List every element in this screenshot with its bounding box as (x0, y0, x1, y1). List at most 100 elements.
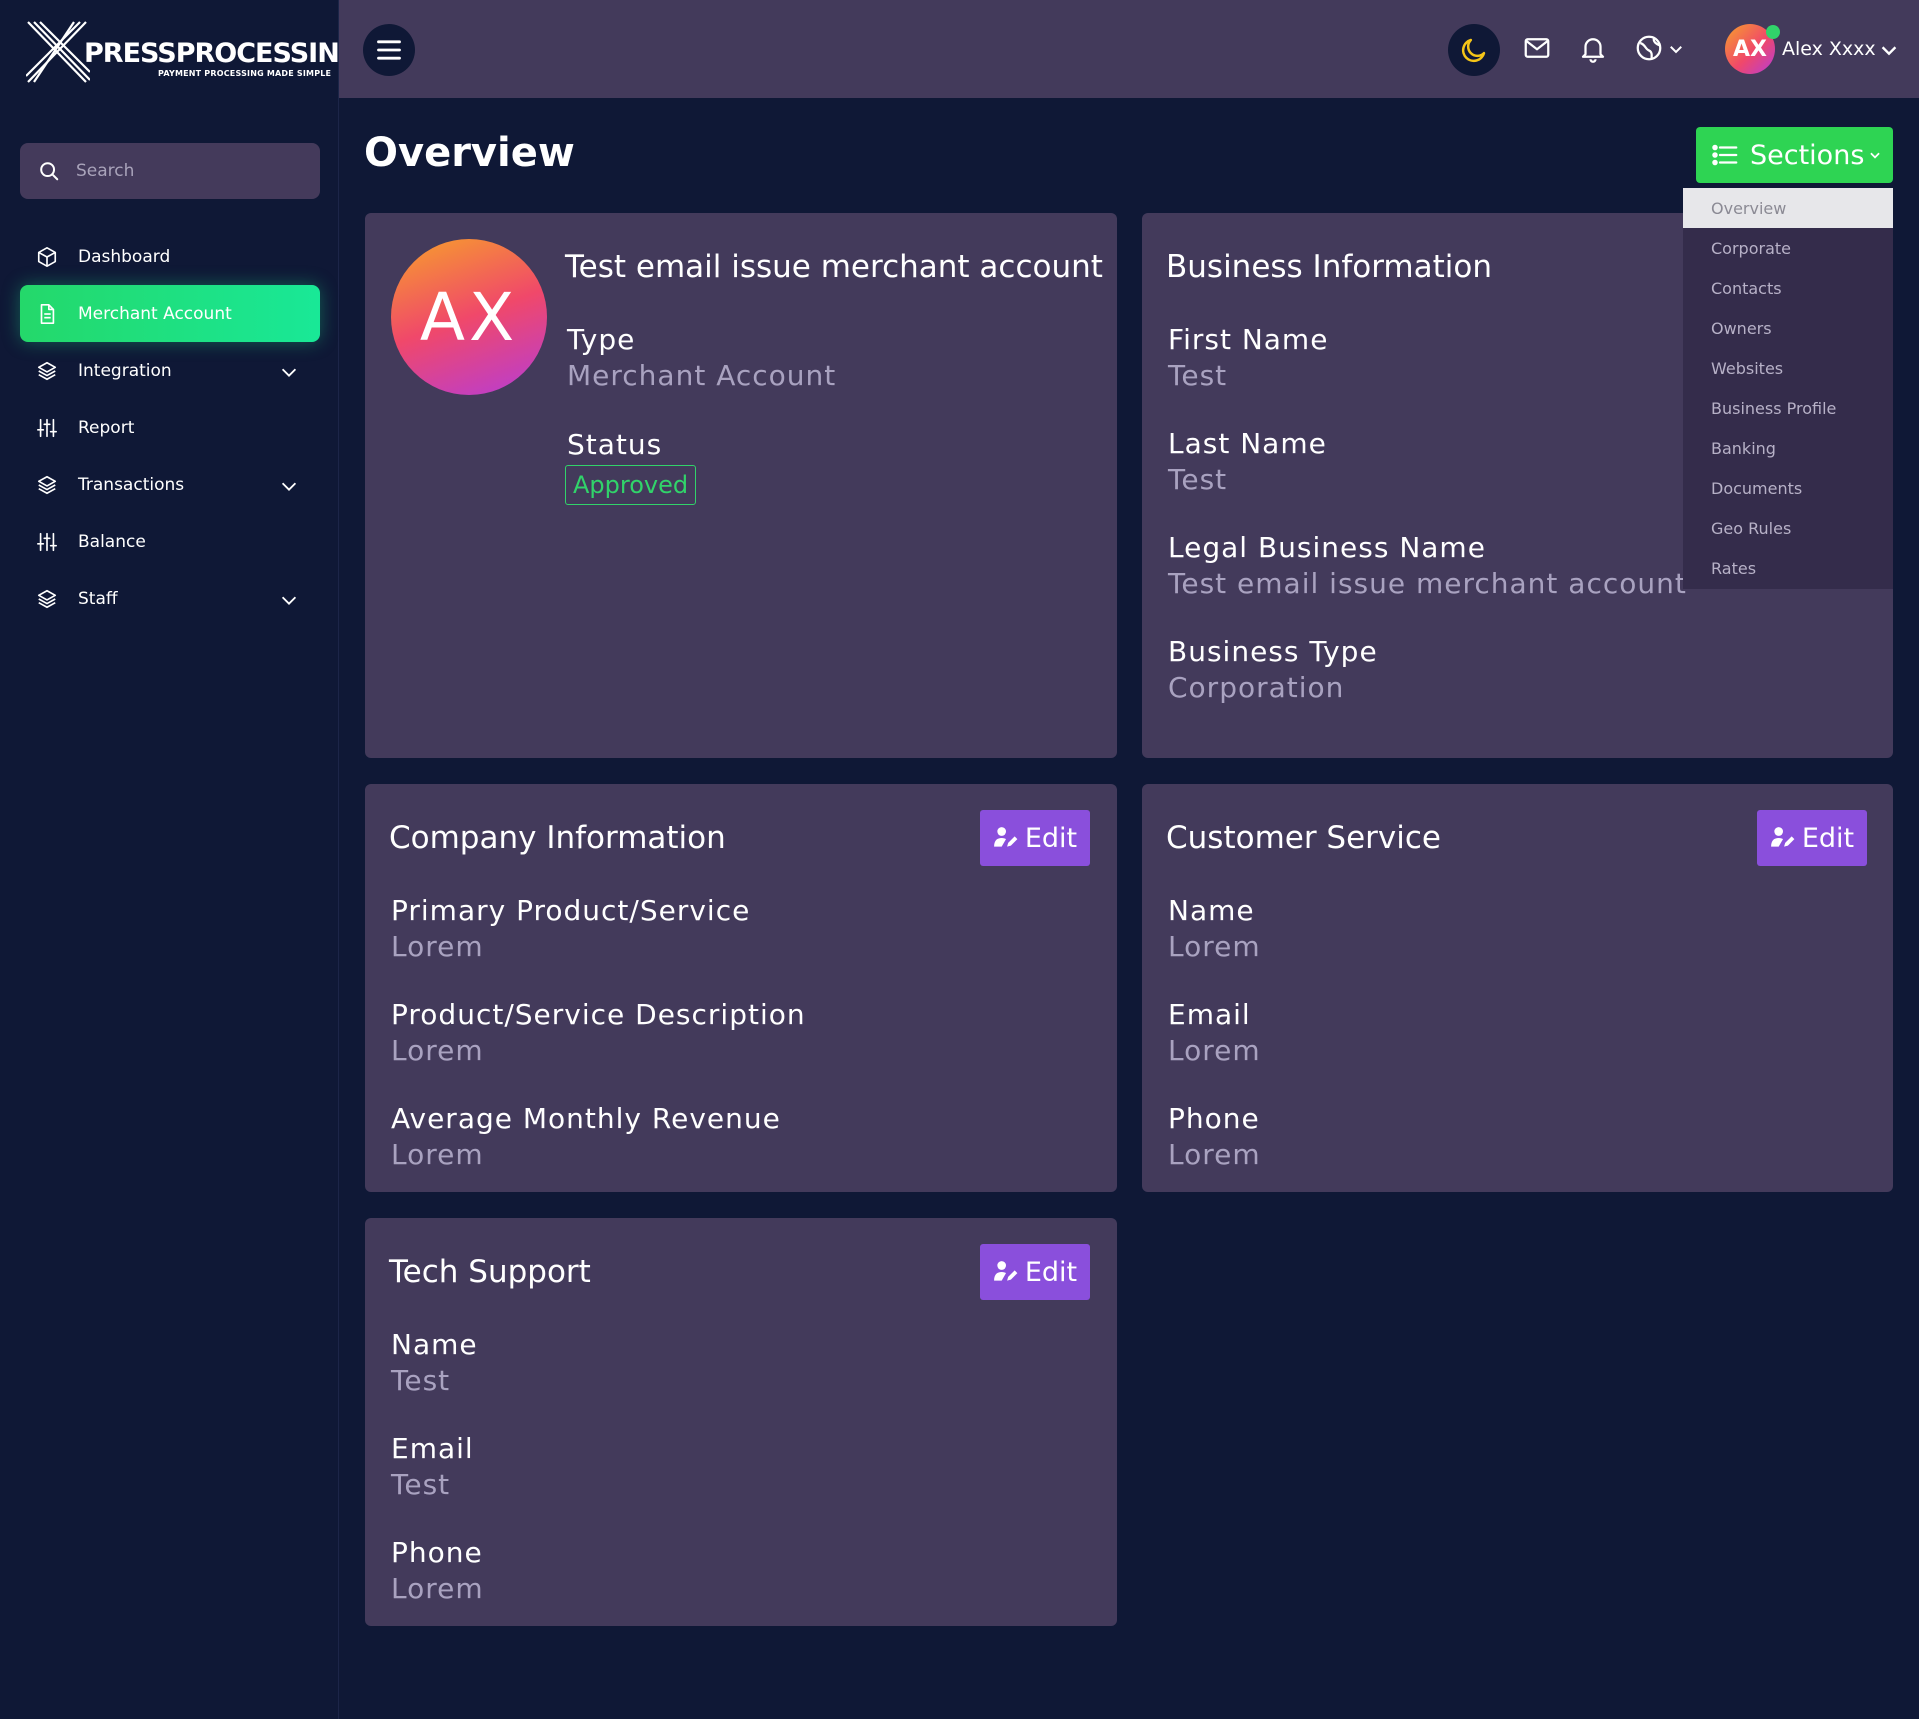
sections-item-rates[interactable]: Rates (1683, 548, 1893, 588)
field-value: Test (1168, 359, 1228, 392)
sections-item-documents[interactable]: Documents (1683, 468, 1893, 508)
field-value: Lorem (391, 1034, 484, 1067)
field-value: Test (391, 1468, 451, 1501)
field-label: Legal Business Name (1168, 531, 1486, 564)
chevron-down-icon[interactable] (1878, 39, 1900, 61)
brand-tagline: PAYMENT PROCESSING MADE SIMPLE (158, 69, 332, 78)
sidebar-item-label: Balance (78, 531, 146, 552)
edit-button-label: Edit (1024, 822, 1078, 854)
document-icon (40, 303, 55, 324)
user-edit-icon (993, 827, 1018, 847)
topbar: AX Alex Xxxx (339, 0, 1919, 98)
field-label: Email (1168, 998, 1251, 1031)
status-badge: Approved (565, 465, 697, 505)
status-label: Status (567, 428, 663, 461)
sections-button-label: Sections (1750, 139, 1865, 171)
menu-button[interactable] (363, 24, 415, 76)
mail-icon[interactable] (1522, 33, 1552, 63)
chevron-down-icon (1870, 152, 1881, 159)
edit-button-label: Edit (1801, 822, 1855, 854)
layers-icon (37, 361, 57, 380)
globe-icon[interactable] (1634, 33, 1664, 63)
card-title: Business Information (1166, 249, 1492, 285)
sections-button[interactable]: Sections (1696, 127, 1893, 183)
sections-item-overview[interactable]: Overview (1683, 188, 1893, 228)
company-information-card: Company Information Edit Primary Product… (365, 784, 1117, 1192)
field-label: Average Monthly Revenue (391, 1102, 781, 1135)
sections-item-corporate[interactable]: Corporate (1683, 228, 1893, 268)
edit-button[interactable]: Edit (980, 810, 1090, 866)
sidebar-item-transactions[interactable]: Transactions (20, 456, 320, 513)
sidebar-item-report[interactable]: Report (20, 399, 320, 456)
field-label: Name (1168, 894, 1255, 927)
sections-item-websites[interactable]: Websites (1683, 348, 1893, 388)
field-label: Phone (391, 1536, 483, 1569)
merchant-name: Test email issue merchant account (565, 249, 1103, 285)
menu-icon (377, 40, 401, 60)
sidebar-item-merchant-account[interactable]: Merchant Account (20, 285, 320, 342)
sidebar-item-balance[interactable]: Balance (20, 513, 320, 570)
sections-item-geo-rules[interactable]: Geo Rules (1683, 508, 1893, 548)
field-label: Last Name (1168, 427, 1327, 460)
chevron-down-icon[interactable] (278, 589, 300, 611)
sections-item-banking[interactable]: Banking (1683, 428, 1893, 468)
sections-item-business-profile[interactable]: Business Profile (1683, 388, 1893, 428)
sections-dropdown: Overview Corporate Contacts Owners Websi… (1683, 188, 1893, 589)
sidebar-item-label: Integration (78, 360, 172, 381)
field-label: Product/Service Description (391, 998, 806, 1031)
field-value: Corporation (1168, 671, 1345, 704)
customer-service-card: Customer Service Edit Name Lorem Email L… (1142, 784, 1893, 1192)
brand-logo[interactable]: PRESSPROCESSING PAYMENT PROCESSING MADE … (26, 20, 361, 88)
field-value: Test (391, 1364, 451, 1397)
sections-item-contacts[interactable]: Contacts (1683, 268, 1893, 308)
overview-card: AX Test email issue merchant account Typ… (365, 213, 1117, 758)
sidebar-nav: Dashboard Merchant Account Integration R… (20, 228, 320, 627)
layers-icon (37, 589, 57, 608)
search-icon (40, 162, 59, 181)
chevron-down-icon[interactable] (278, 361, 300, 383)
sidebar-item-staff[interactable]: Staff (20, 570, 320, 627)
type-label: Type (567, 323, 636, 356)
sidebar: PRESSPROCESSING PAYMENT PROCESSING MADE … (0, 0, 361, 1719)
page-title: Overview (364, 130, 575, 176)
field-value: Lorem (391, 930, 484, 963)
edit-button[interactable]: Edit (1757, 810, 1867, 866)
sidebar-item-label: Staff (78, 588, 118, 609)
card-title: Tech Support (389, 1254, 591, 1290)
sidebar-item-label: Merchant Account (78, 303, 232, 324)
field-value: Lorem (1168, 1034, 1261, 1067)
bell-icon[interactable] (1578, 33, 1608, 63)
field-label: Phone (1168, 1102, 1260, 1135)
chevron-down-icon[interactable] (278, 475, 300, 497)
theme-toggle-button[interactable] (1448, 24, 1500, 76)
field-label: Name (391, 1328, 478, 1361)
sidebar-item-integration[interactable]: Integration (20, 342, 320, 399)
sections-item-owners[interactable]: Owners (1683, 308, 1893, 348)
sidebar-item-label: Dashboard (78, 246, 171, 267)
edit-button[interactable]: Edit (980, 1244, 1090, 1300)
user-name[interactable]: Alex Xxxx (1782, 38, 1876, 60)
moon-icon (1461, 38, 1486, 63)
sidebar-item-dashboard[interactable]: Dashboard (20, 228, 320, 285)
card-title: Customer Service (1166, 820, 1442, 856)
merchant-avatar: AX (391, 239, 547, 395)
search-input[interactable] (76, 161, 296, 181)
card-title: Company Information (389, 820, 726, 856)
user-edit-icon (1770, 827, 1795, 847)
layers-icon (37, 475, 57, 494)
list-icon (1712, 144, 1738, 166)
field-value: Test email issue merchant account (1168, 567, 1687, 600)
field-value: Lorem (1168, 930, 1261, 963)
search-box[interactable] (20, 143, 320, 199)
sliders-icon (37, 532, 57, 551)
cube-icon (37, 246, 57, 267)
field-label: First Name (1168, 323, 1329, 356)
chevron-down-icon[interactable] (1667, 40, 1685, 58)
edit-button-label: Edit (1024, 1256, 1078, 1288)
online-status-dot (1766, 25, 1780, 39)
tech-support-card: Tech Support Edit Name Test Email Test P… (365, 1218, 1117, 1626)
user-edit-icon (993, 1261, 1018, 1281)
field-value: Lorem (391, 1138, 484, 1171)
field-label: Primary Product/Service (391, 894, 751, 927)
brand-name: PRESSPROCESSING (84, 38, 361, 69)
